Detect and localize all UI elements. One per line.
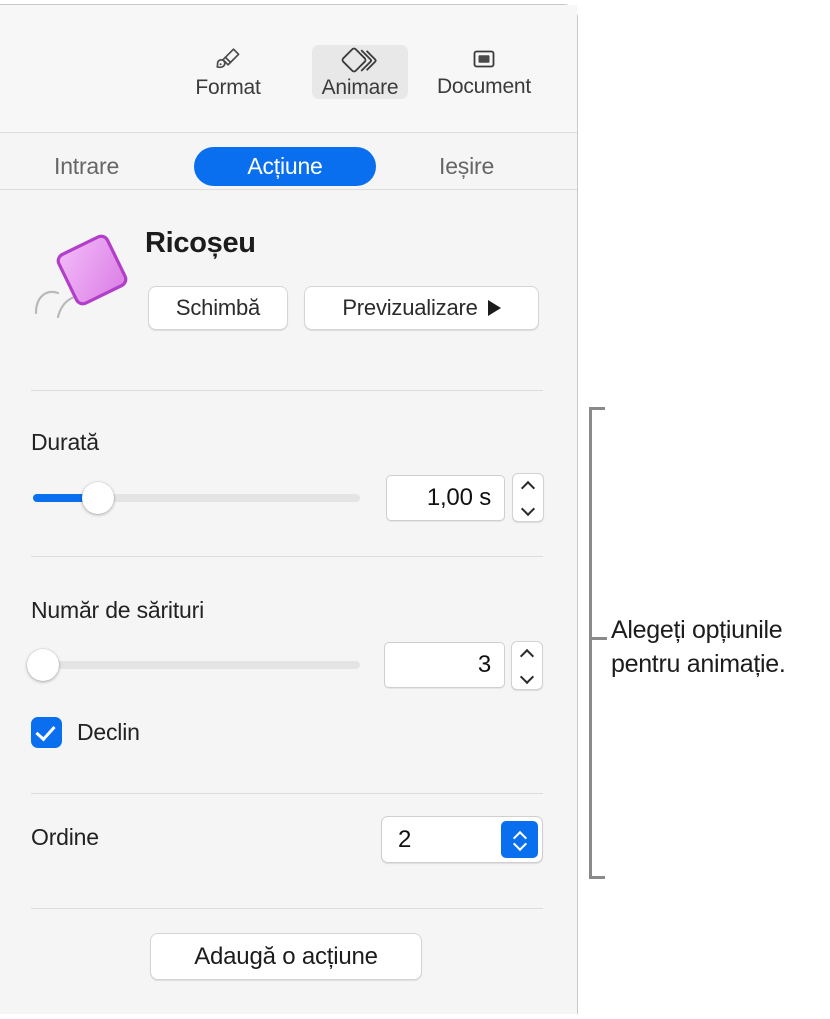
- checkmark-icon[interactable]: [31, 717, 62, 748]
- bounces-stepper[interactable]: [511, 641, 543, 690]
- tool-button-animate[interactable]: Animare: [312, 45, 408, 99]
- preview-animation-label: Previzualizare: [342, 295, 477, 321]
- callout-text: Alegeți opțiunile pentru animație.: [611, 613, 826, 681]
- divider: [31, 793, 543, 794]
- chevron-down-icon: [513, 841, 527, 848]
- bounces-input[interactable]: 3: [384, 642, 505, 688]
- tab-iesire[interactable]: Ieșire: [425, 147, 508, 186]
- chevron-up-icon: [521, 650, 534, 658]
- bounces-slider-track: [33, 661, 360, 669]
- bounces-stepper-up[interactable]: [512, 642, 542, 666]
- order-value: 2: [398, 826, 411, 854]
- decline-label: Declin: [77, 719, 140, 746]
- inspector-tool-row: Format Animare Docu: [0, 5, 577, 133]
- order-popup-button[interactable]: 2: [381, 816, 543, 863]
- bounces-label: Număr de sărituri: [31, 597, 204, 624]
- bouncing-diamond-icon: [22, 217, 140, 335]
- animation-phase-tabs: Intrare Acțiune Ieșire: [0, 134, 577, 190]
- tool-label-document: Document: [437, 75, 531, 99]
- callout-leader-line: [589, 637, 607, 640]
- animation-summary: Ricoșeu Schimbă Previzualizare: [0, 191, 577, 381]
- tool-label-animate: Animare: [322, 76, 399, 100]
- paintbrush-icon: [213, 45, 243, 75]
- bounces-stepper-down[interactable]: [512, 666, 542, 690]
- divider: [31, 908, 543, 909]
- duration-input[interactable]: 1,00 s: [386, 475, 505, 521]
- chevron-down-icon: [522, 505, 535, 513]
- duration-stepper-down[interactable]: [513, 498, 543, 522]
- duration-slider-thumb[interactable]: [82, 482, 114, 514]
- duration-slider[interactable]: [33, 483, 360, 513]
- chevron-down-icon: [521, 673, 534, 681]
- change-animation-label: Schimbă: [176, 295, 260, 321]
- animate-diamonds-icon: [339, 45, 381, 75]
- tool-button-document[interactable]: Document: [436, 45, 532, 99]
- bounces-slider-thumb[interactable]: [27, 649, 59, 681]
- tab-actiune[interactable]: Acțiune: [194, 147, 376, 186]
- add-action-button[interactable]: Adaugă o acțiune: [150, 933, 422, 980]
- chevron-up-icon: [522, 482, 535, 490]
- duration-stepper-up[interactable]: [513, 474, 543, 498]
- document-rect-icon: [469, 45, 499, 74]
- animate-inspector-panel: Format Animare Docu: [0, 4, 578, 1014]
- order-label: Ordine: [31, 824, 99, 851]
- divider: [31, 390, 543, 391]
- animation-name: Ricoșeu: [145, 227, 256, 260]
- tab-intrare[interactable]: Intrare: [40, 147, 133, 186]
- change-animation-button[interactable]: Schimbă: [148, 286, 288, 330]
- decline-checkbox-row[interactable]: Declin: [31, 717, 140, 748]
- play-triangle-icon: [488, 300, 501, 316]
- duration-label: Durată: [31, 429, 99, 456]
- tool-label-format: Format: [195, 76, 260, 100]
- duration-stepper[interactable]: [512, 473, 544, 522]
- bounces-slider[interactable]: [33, 650, 360, 680]
- chevron-up-down-icon: [501, 821, 538, 858]
- tool-button-format[interactable]: Format: [180, 45, 276, 99]
- callout-bracket: [589, 407, 605, 879]
- divider: [31, 556, 543, 557]
- preview-animation-button[interactable]: Previzualizare: [304, 286, 539, 330]
